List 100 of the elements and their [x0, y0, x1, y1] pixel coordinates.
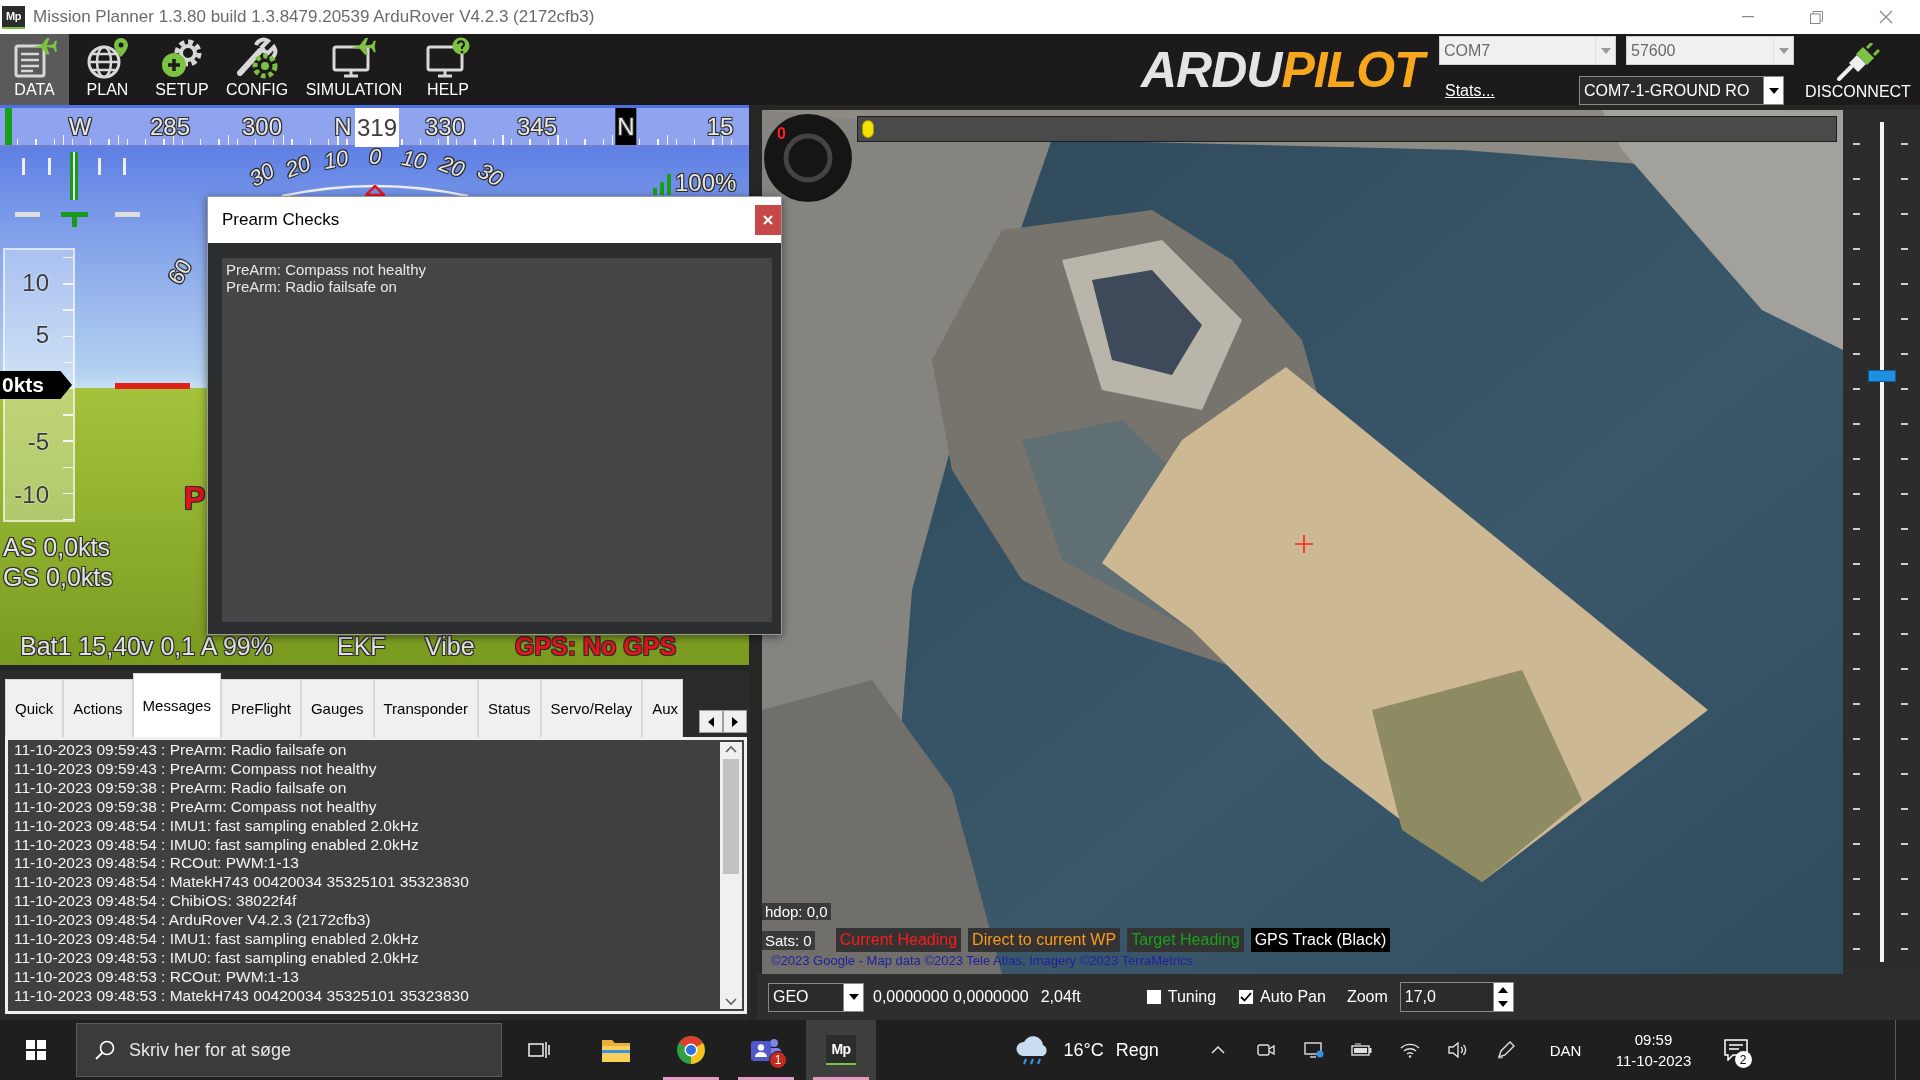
- tab[interactable]: Messages: [132, 673, 221, 737]
- search-field[interactable]: Skriv her for at søge: [76, 1023, 502, 1077]
- running-indicator: [738, 1077, 794, 1080]
- window-stack-icon: [528, 1040, 550, 1060]
- tab[interactable]: Gauges: [300, 679, 374, 737]
- caret-down-icon: [1768, 87, 1779, 94]
- checkbox[interactable]: [1145, 989, 1162, 1005]
- checkmark-icon: [1240, 992, 1253, 1002]
- scrollbar-thumb[interactable]: [723, 759, 739, 874]
- slider-thumb[interactable]: [862, 120, 874, 138]
- four-panes-icon: [26, 1040, 46, 1060]
- caret-up-icon: [1498, 987, 1509, 993]
- speaker-icon: [1447, 1042, 1468, 1058]
- coordinate-select[interactable]: GEO: [768, 982, 864, 1012]
- scrollbar[interactable]: [720, 742, 742, 1009]
- message-line: 11-10-2023 09:48:54 : IMU1: fast sampling enabled 2.0kHz: [14, 816, 420, 836]
- tab[interactable]: Aux: [642, 679, 684, 737]
- compass-label: 15: [705, 113, 735, 141]
- speed-tape-label: 10: [22, 271, 49, 295]
- slider-thumb[interactable]: [1867, 370, 1896, 383]
- compass-label: N: [615, 108, 637, 145]
- link-select[interactable]: COM7-1-GROUND RO: [1579, 76, 1784, 105]
- legend-label: Direct to current WP: [968, 928, 1121, 952]
- checkbox[interactable]: [1238, 989, 1255, 1005]
- signal-text: 100%: [675, 170, 737, 197]
- tab[interactable]: PreFlight: [220, 679, 301, 737]
- message-box[interactable]: PreArm: Compass not healthy PreArm: Radio failsafe on: [222, 258, 772, 622]
- compass-label: W: [67, 113, 93, 141]
- tab[interactable]: Quick: [5, 679, 64, 737]
- scroll-right-button[interactable]: [723, 710, 747, 733]
- tab[interactable]: Servo/Relay: [540, 679, 643, 737]
- altitude-text: 2,04ft: [1040, 988, 1081, 1006]
- notification-badge: 1: [769, 1051, 787, 1069]
- toolbar-button[interactable]: DATA: [0, 34, 69, 105]
- message-line: 11-10-2023 09:59:43 : PreArm: Radio failsafe on: [14, 741, 348, 760]
- running-indicator: [663, 1077, 719, 1080]
- legend-label: Current Heading: [835, 928, 962, 952]
- weather-button[interactable]: 16°C Regn: [1005, 1020, 1194, 1080]
- toolbar-button[interactable]: CONFIG: [218, 34, 296, 105]
- message-line: 11-10-2023 09:59:38 : PreArm: Compass not healthy: [14, 797, 378, 817]
- spin-buttons[interactable]: [1493, 982, 1514, 1012]
- status-text: Bat1 15,40v 0,1 A 99%: [20, 631, 273, 661]
- clock-button[interactable]: 09:59 11-10-2023: [1601, 1020, 1706, 1080]
- message-line: 11-10-2023 09:48:54 : IMU1: fast sampling enabled 2.0kHz: [14, 930, 420, 949]
- close-button[interactable]: [755, 205, 781, 235]
- plug-icon: [1836, 43, 1880, 81]
- dial-icon: [763, 113, 853, 203]
- message-line: 11-10-2023 09:48:53 : MatekH743 00420034 35325101 35323830: [14, 986, 470, 1006]
- status-text: GPS: No GPS: [515, 631, 677, 661]
- compass-label: 330: [424, 113, 466, 141]
- chevron-up-icon: [725, 745, 737, 753]
- notification-count: 2: [1734, 1051, 1752, 1068]
- message-text: PreArm: Radio failsafe on: [226, 278, 398, 295]
- disconnect-button[interactable]: DISCONNECT: [1806, 34, 1910, 105]
- caret-down-icon: [1778, 47, 1789, 54]
- stats-link[interactable]: Stats...: [1445, 81, 1495, 100]
- date-text: 11-10-2023: [1615, 1052, 1692, 1069]
- roll-label: 30: [473, 159, 507, 191]
- message-line: 11-10-2023 09:48:53 : RCOut: PWM:1-13: [14, 967, 300, 987]
- toolbar-button[interactable]: SIMULATION: [296, 34, 412, 105]
- compass-marker: [5, 108, 12, 145]
- roll-label: 30: [245, 159, 279, 191]
- message-line: 11-10-2023 09:48:54 : ArduRover V4.2.3 (2172cfb3): [14, 911, 372, 931]
- toolbar-button[interactable]: PLAN: [69, 34, 146, 105]
- roll-label: 10: [400, 147, 428, 173]
- taskbar-app-button[interactable]: Mp: [806, 1020, 876, 1080]
- chevron-down-icon: [725, 998, 737, 1006]
- pitch-label: 60: [164, 255, 197, 289]
- minimize-icon: [1741, 16, 1754, 18]
- tab[interactable]: Status: [478, 679, 541, 737]
- close-icon: [763, 215, 773, 225]
- taskbar-app-button[interactable]: 1: [731, 1020, 801, 1080]
- roll-label: 20: [436, 152, 468, 182]
- slider-track[interactable]: [857, 116, 1837, 142]
- scroll-left-button[interactable]: [699, 710, 723, 733]
- close-icon: [1878, 10, 1893, 24]
- browser-icon: [676, 1035, 706, 1065]
- notification-button[interactable]: 2: [1705, 1020, 1766, 1080]
- window-title: Mission Planner 1.3.80 build 1.3.8479.20539 ArduRover V4.2.3 (2172cfb3): [33, 7, 595, 27]
- mode-text: P: [184, 481, 206, 517]
- monitor-icon: [1303, 1041, 1324, 1059]
- running-indicator: [813, 1077, 869, 1080]
- sats-text: Sats: 0: [762, 930, 815, 950]
- dialog-title: Prearm Checks: [222, 210, 340, 230]
- app-logo: Mp: [826, 1035, 856, 1065]
- tab[interactable]: Transponder: [373, 679, 478, 737]
- monitor-plane-icon: [331, 37, 377, 79]
- video-camera-icon: [1256, 1042, 1275, 1058]
- checkbox-label: Auto Pan: [1260, 988, 1326, 1006]
- compass-label: 300: [241, 113, 283, 141]
- caret-right-icon: [732, 716, 738, 727]
- crosshair-icon: [1295, 535, 1313, 553]
- toolbar-button[interactable]: SETUP: [146, 34, 218, 105]
- tab[interactable]: Actions: [63, 679, 133, 737]
- wifi-icon: [1399, 1042, 1420, 1058]
- toolbar-button[interactable]: HELP: [412, 34, 484, 105]
- language-button[interactable]: DAN: [1529, 1020, 1602, 1080]
- checkbox-label: Tuning: [1167, 988, 1217, 1006]
- zoom-field[interactable]: 17,0: [1399, 982, 1494, 1012]
- hdop-text: hdop: 0,0: [762, 903, 831, 920]
